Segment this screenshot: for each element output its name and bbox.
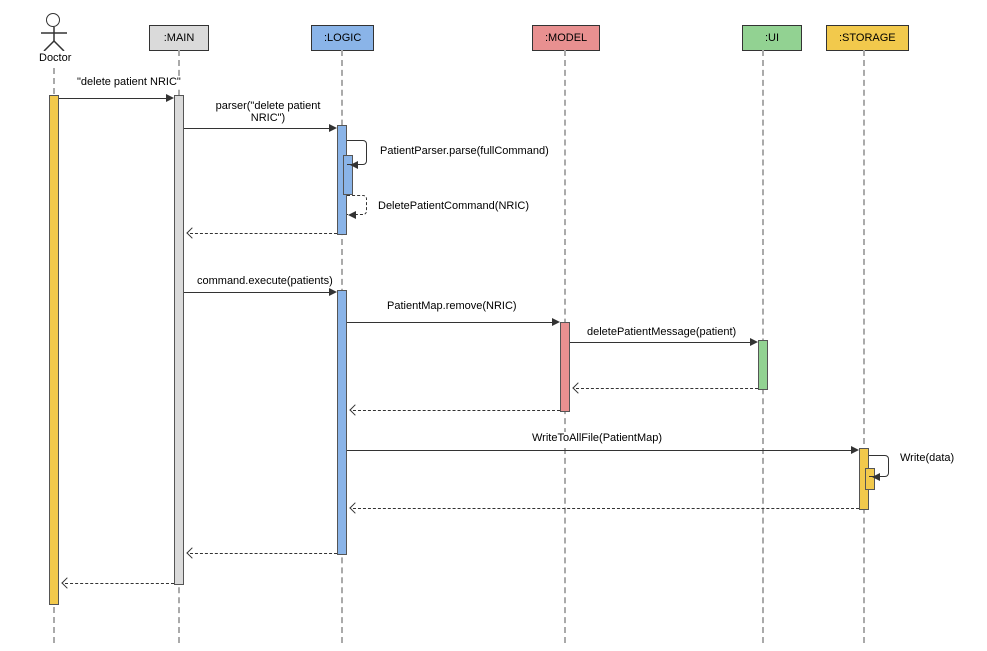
msg-3-arrow	[350, 161, 358, 169]
msg-7-arrow	[750, 338, 758, 346]
return-logic-main-1-arrow	[186, 227, 197, 238]
actor-label: Doctor	[37, 52, 73, 64]
msg-4-arrow	[348, 211, 356, 219]
msg-2-label: parser("delete patient NRIC")	[208, 100, 328, 124]
participant-storage: :STORAGE	[826, 25, 909, 51]
msg-5-line	[184, 292, 331, 293]
msg-8-label: WriteToAllFile(PatientMap)	[530, 432, 664, 444]
msg-9-arrow	[872, 473, 880, 481]
msg-6-label: PatientMap.remove(NRIC)	[385, 300, 519, 312]
return-model-logic-arrow	[349, 404, 360, 415]
participant-logic-label: :LOGIC	[324, 32, 361, 44]
msg-3-label: PatientParser.parse(fullCommand)	[378, 145, 551, 157]
msg-9-label: Write(data)	[898, 452, 956, 464]
activation-main	[174, 95, 184, 585]
actor-head	[46, 13, 60, 27]
participant-main: :MAIN	[149, 25, 209, 51]
activation-actor	[49, 95, 59, 605]
msg-1-arrow	[166, 94, 174, 102]
return-main-actor-arrow	[61, 577, 72, 588]
msg-7-line	[570, 342, 752, 343]
msg-8-arrow	[851, 446, 859, 454]
msg-2-line	[184, 128, 331, 129]
msg-5-arrow	[329, 288, 337, 296]
return-logic-main-1	[190, 233, 337, 234]
activation-model	[560, 322, 570, 412]
msg-2-arrow	[329, 124, 337, 132]
participant-main-label: :MAIN	[164, 32, 195, 44]
msg-1-label: "delete patient NRIC"	[75, 76, 183, 88]
activation-ui	[758, 340, 768, 390]
actor-body-icon	[41, 27, 67, 51]
return-storage-logic-arrow	[349, 502, 360, 513]
activation-logic-2	[337, 290, 347, 555]
return-model-logic	[353, 410, 560, 411]
participant-ui-label: :UI	[765, 32, 779, 44]
participant-model-label: :MODEL	[545, 32, 587, 44]
participant-model: :MODEL	[532, 25, 600, 51]
participant-ui: :UI	[742, 25, 802, 51]
return-storage-logic	[353, 508, 859, 509]
return-logic-main-2-arrow	[186, 547, 197, 558]
msg-6-arrow	[552, 318, 560, 326]
msg-1-line	[59, 98, 168, 99]
msg-4-label: DeletePatientCommand(NRIC)	[376, 200, 531, 212]
msg-8-line	[347, 450, 853, 451]
participant-logic: :LOGIC	[311, 25, 374, 51]
msg-7-label: deletePatientMessage(patient)	[585, 326, 738, 338]
msg-5-label: command.execute(patients)	[195, 275, 335, 287]
participant-storage-label: :STORAGE	[839, 32, 896, 44]
return-logic-main-2	[190, 553, 337, 554]
return-main-actor	[65, 583, 174, 584]
return-ui-model-arrow	[572, 382, 583, 393]
msg-6-line	[347, 322, 554, 323]
return-ui-model	[576, 388, 758, 389]
lifeline-storage	[863, 50, 865, 643]
